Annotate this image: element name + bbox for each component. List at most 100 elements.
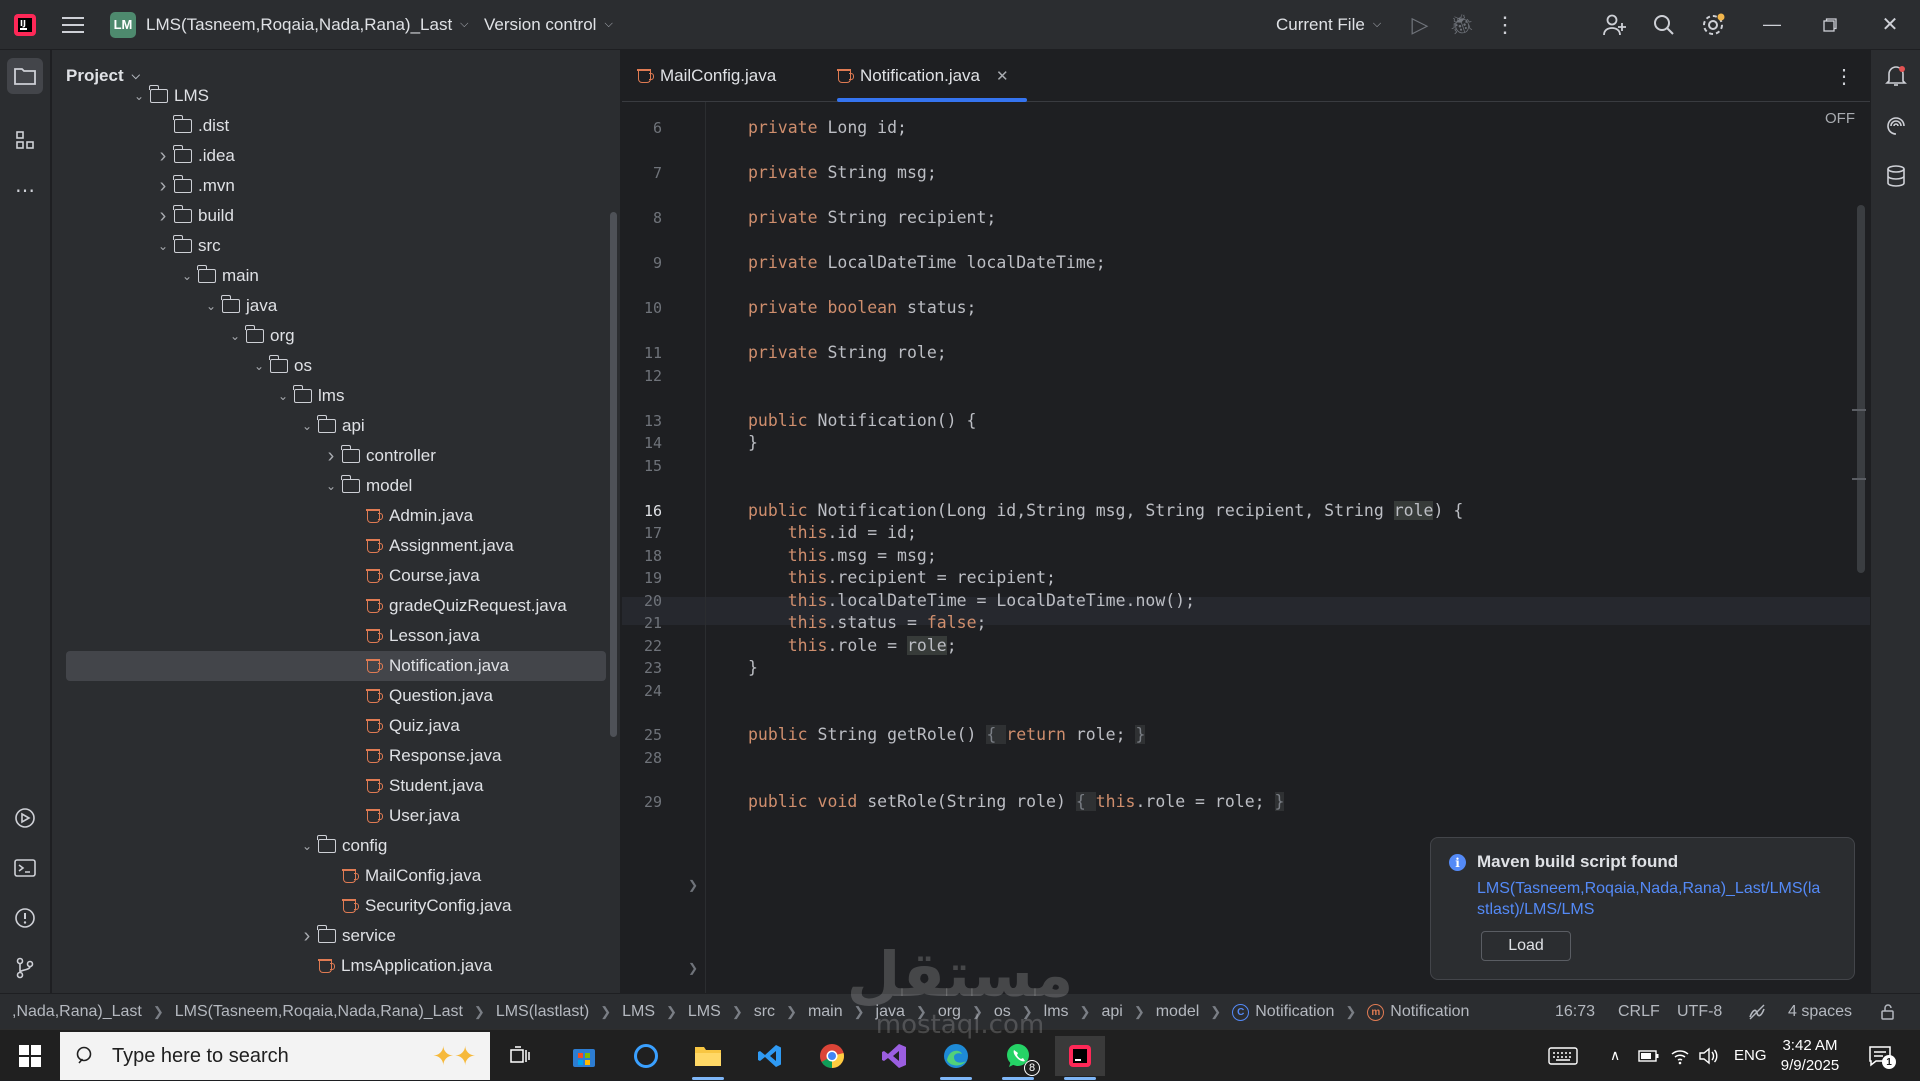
breadcrumb-method[interactable]: Notification xyxy=(1390,1003,1469,1021)
notification-path-link[interactable]: LMS(Tasneem,Roqaia,Nada,Rana)_Last/LMS(l… xyxy=(1477,878,1827,920)
structure-icon[interactable] xyxy=(7,122,43,158)
tree-item[interactable]: › controller xyxy=(52,441,436,471)
taskbar-search[interactable]: Type here to search ✦✦ xyxy=(60,1032,490,1080)
tree-item[interactable]: ⌄ LMS xyxy=(52,81,209,111)
tab-options-icon[interactable]: ⋮ xyxy=(1834,64,1854,89)
tab-mailconfig[interactable]: MailConfig.java xyxy=(637,50,776,102)
terminal-icon[interactable] xyxy=(7,850,43,886)
tab-notification[interactable]: Notification.java ✕ xyxy=(837,50,1027,102)
notifications-bell-icon[interactable] xyxy=(1878,58,1914,94)
chevron-down-icon[interactable]: ⌄ xyxy=(248,359,270,373)
more-tools-icon[interactable]: ⋯ xyxy=(7,172,43,208)
project-switcher[interactable]: LM LMS(Tasneem,Roqaia,Nada,Rana)_Last ⌵ xyxy=(110,0,469,49)
close-icon[interactable]: ✕ xyxy=(1870,5,1910,45)
tree-item[interactable]: Lesson.java xyxy=(52,621,480,651)
breadcrumb-item[interactable]: LMS xyxy=(622,1003,655,1021)
battery-icon[interactable] xyxy=(1638,1030,1660,1081)
chevron-right-icon[interactable]: › xyxy=(152,205,174,228)
tree-item[interactable]: gradeQuizRequest.java xyxy=(52,591,567,621)
indent-setting[interactable]: 4 spaces xyxy=(1788,994,1852,1030)
lock-icon[interactable] xyxy=(1880,994,1896,1030)
action-center-icon[interactable]: 1 xyxy=(1868,1030,1896,1081)
breadcrumb-item[interactable]: lms xyxy=(1044,1003,1069,1021)
chevron-down-icon[interactable]: ⌄ xyxy=(320,479,342,493)
tree-item[interactable]: ⌄ java xyxy=(52,291,277,321)
visual-studio-icon[interactable] xyxy=(874,1036,914,1076)
code-style-icon[interactable] xyxy=(1748,994,1766,1030)
show-hidden-icons-chevron-icon[interactable]: ∧ xyxy=(1610,1030,1620,1081)
wifi-icon[interactable] xyxy=(1670,1030,1690,1081)
minimize-icon[interactable]: — xyxy=(1752,5,1792,45)
file-explorer-icon[interactable] xyxy=(688,1036,728,1080)
task-view-icon[interactable] xyxy=(500,1036,540,1076)
cursor-position[interactable]: 16:73 xyxy=(1555,994,1595,1030)
close-tab-icon[interactable]: ✕ xyxy=(996,67,1009,85)
breadcrumb-item[interactable]: LMS(lastlast) xyxy=(496,1003,589,1021)
breadcrumb-item[interactable]: LMS xyxy=(688,1003,721,1021)
run-config-selector[interactable]: Current File ⌵ xyxy=(1276,0,1381,49)
microsoft-store-icon[interactable] xyxy=(564,1036,604,1076)
tree-item[interactable]: Course.java xyxy=(52,561,480,591)
fold-arrow-icon[interactable]: ❯ xyxy=(688,961,698,975)
chevron-down-icon[interactable]: ⌄ xyxy=(200,299,222,313)
intellij-taskbar-icon[interactable] xyxy=(1055,1036,1105,1080)
editor-scrollbar[interactable] xyxy=(1857,205,1865,573)
breadcrumb-item[interactable]: ,Nada,Rana)_Last xyxy=(12,1003,142,1021)
chevron-down-icon[interactable]: ⌄ xyxy=(128,89,150,103)
breadcrumb-item[interactable]: java xyxy=(876,1003,905,1021)
restore-icon[interactable] xyxy=(1810,5,1850,45)
ai-assistant-icon[interactable] xyxy=(1878,108,1914,144)
chevron-right-icon[interactable]: › xyxy=(152,175,174,198)
chevron-down-icon[interactable]: ⌄ xyxy=(296,839,318,853)
chevron-down-icon[interactable]: ⌄ xyxy=(152,239,174,253)
language-indicator[interactable]: ENG xyxy=(1734,1030,1767,1081)
tree-item[interactable]: ⌄ org xyxy=(52,321,295,351)
windows-start-icon[interactable] xyxy=(10,1036,50,1076)
main-menu-icon[interactable] xyxy=(53,5,93,45)
cortana-icon[interactable] xyxy=(626,1036,666,1076)
chevron-down-icon[interactable]: ⌄ xyxy=(296,419,318,433)
keyboard-icon[interactable] xyxy=(1548,1030,1578,1081)
breadcrumb-item[interactable]: model xyxy=(1156,1003,1200,1021)
vscode-icon[interactable] xyxy=(750,1036,790,1076)
breadcrumb-item[interactable]: src xyxy=(754,1003,775,1021)
fold-arrow-icon[interactable]: ❯ xyxy=(688,878,698,892)
chevron-right-icon[interactable]: › xyxy=(320,445,342,468)
tree-item[interactable]: ⌄ lms xyxy=(52,381,344,411)
chevron-right-icon[interactable]: › xyxy=(152,145,174,168)
project-scrollbar[interactable] xyxy=(610,212,617,737)
tree-item[interactable]: .dist xyxy=(52,111,229,141)
edge-icon[interactable] xyxy=(936,1036,976,1080)
problems-icon[interactable] xyxy=(7,900,43,936)
tree-item[interactable]: › .idea xyxy=(52,141,235,171)
tree-item[interactable]: ⌄ config xyxy=(52,831,387,861)
chevron-right-icon[interactable]: › xyxy=(296,925,318,948)
settings-gear-icon[interactable] xyxy=(1693,5,1733,45)
debug-icon[interactable]: 🐞︎ xyxy=(1442,5,1482,45)
breadcrumb-item[interactable]: os xyxy=(994,1003,1011,1021)
tree-item[interactable]: Notification.java xyxy=(66,651,606,681)
search-icon[interactable] xyxy=(1644,5,1684,45)
version-control-menu[interactable]: Version control ⌵ xyxy=(484,0,613,49)
volume-icon[interactable] xyxy=(1698,1030,1718,1081)
breadcrumb-item[interactable]: main xyxy=(808,1003,843,1021)
more-actions-icon[interactable]: ⋮ xyxy=(1485,5,1525,45)
breadcrumb-item[interactable]: LMS(Tasneem,Roqaia,Nada,Rana)_Last xyxy=(175,1003,463,1021)
breadcrumb-item[interactable]: org xyxy=(938,1003,961,1021)
services-icon[interactable] xyxy=(7,800,43,836)
intellij-logo-icon[interactable]: IJ xyxy=(12,0,38,49)
git-branch-icon[interactable] xyxy=(7,950,43,986)
tree-item[interactable]: ⌄ main xyxy=(52,261,259,291)
chevron-down-icon[interactable]: ⌄ xyxy=(176,269,198,283)
chevron-down-icon[interactable]: ⌄ xyxy=(224,329,246,343)
clock[interactable]: 3:42 AM 9/9/2025 xyxy=(1774,1030,1846,1081)
tree-item[interactable]: Student.java xyxy=(52,771,484,801)
tree-item[interactable]: User.java xyxy=(52,801,460,831)
tree-item[interactable]: Question.java xyxy=(52,681,493,711)
chevron-down-icon[interactable]: ⌄ xyxy=(272,389,294,403)
tree-item[interactable]: SecurityConfig.java xyxy=(52,891,511,921)
database-icon[interactable] xyxy=(1878,158,1914,194)
tree-item[interactable]: Quiz.java xyxy=(52,711,460,741)
reader-mode-toggle[interactable]: OFF xyxy=(1825,110,1855,127)
tree-item[interactable]: Response.java xyxy=(52,741,501,771)
